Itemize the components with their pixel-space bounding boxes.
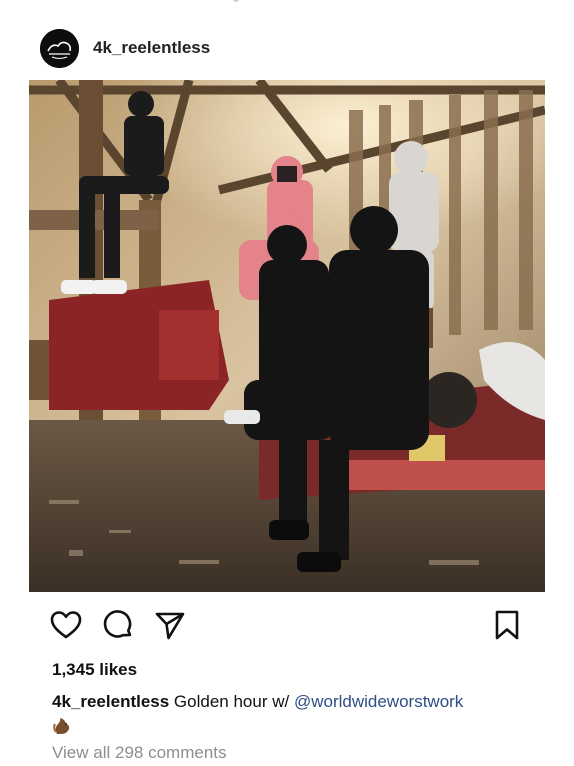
post-image[interactable] [29, 80, 545, 592]
like-button[interactable] [49, 608, 83, 642]
share-button[interactable] [153, 608, 187, 642]
comment-button[interactable] [101, 608, 135, 642]
caption-username[interactable]: 4k_reelentless [52, 692, 169, 711]
heart-icon [50, 611, 82, 639]
post-username[interactable]: 4k_reelentless [93, 38, 210, 58]
top-edge [0, 0, 574, 10]
post-header: 4k_reelentless [40, 26, 540, 70]
post-caption: 4k_reelentless Golden hour w/ @worldwide… [52, 692, 463, 712]
paper-plane-icon [155, 612, 185, 640]
caption-text: Golden hour w/ [169, 692, 294, 711]
caption-mention-link[interactable]: @worldwideworstwork [294, 692, 463, 711]
bookmark-icon [495, 610, 519, 640]
comment-bubble-icon [103, 610, 132, 638]
view-all-comments-link[interactable]: View all 298 comments [52, 743, 227, 763]
squirrel-emoji-icon [52, 716, 72, 736]
save-button[interactable] [490, 608, 524, 642]
top-dot [233, 0, 239, 2]
likes-count[interactable]: 1,345 likes [52, 660, 137, 680]
post-action-bar [49, 608, 524, 642]
reelentless-logo-icon [40, 28, 79, 68]
barn-scene-image [29, 80, 545, 592]
avatar[interactable] [40, 28, 79, 68]
